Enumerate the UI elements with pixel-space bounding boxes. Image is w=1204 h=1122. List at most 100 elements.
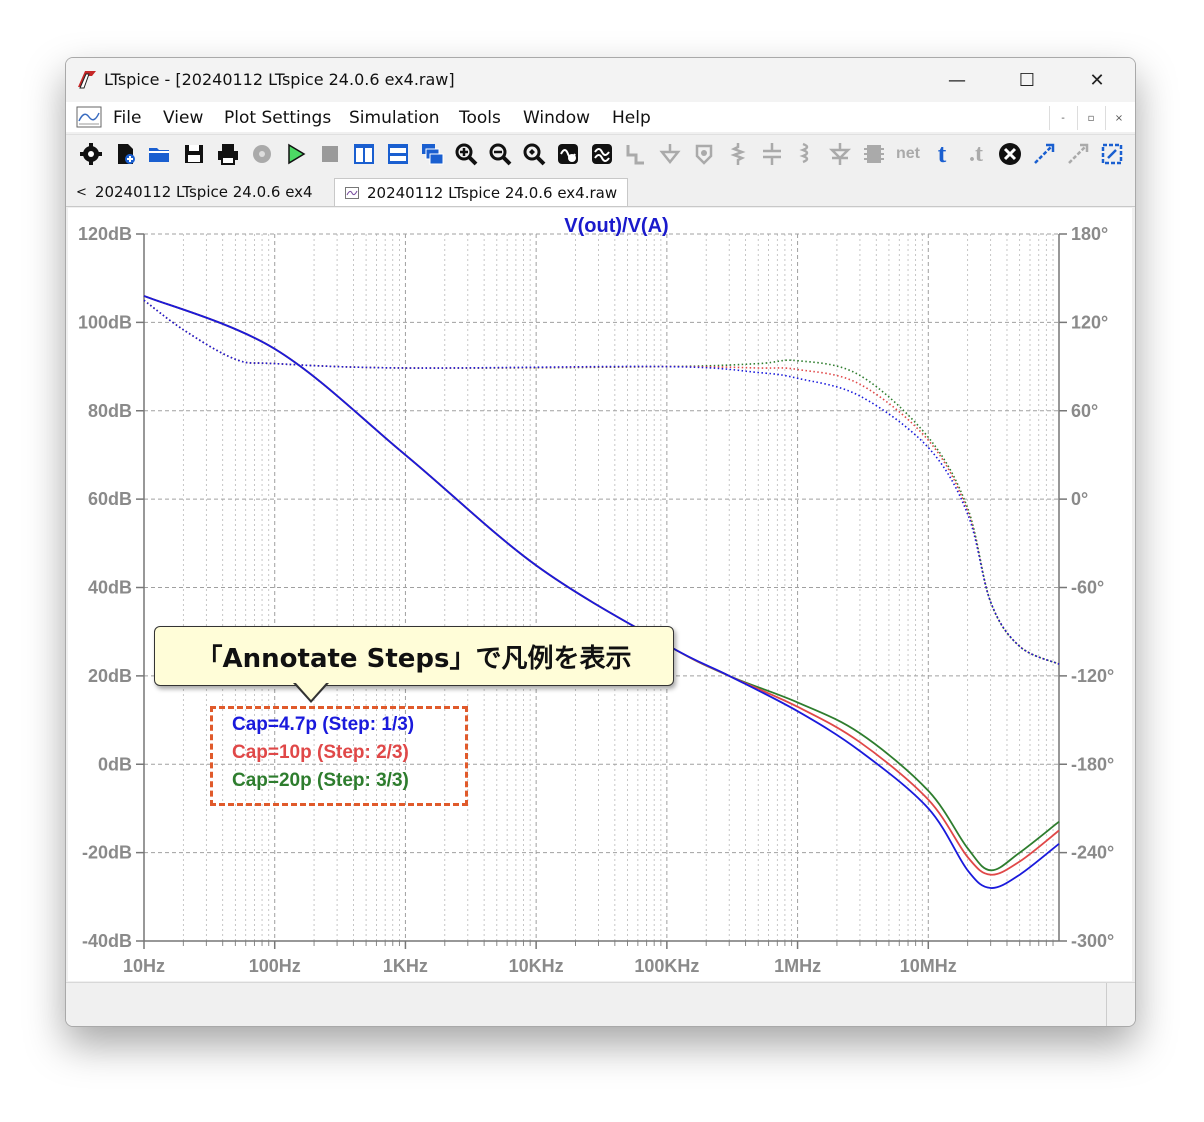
legend-step-1: Cap=4.7p (Step: 1/3) bbox=[232, 714, 415, 735]
close-icon: ✕ bbox=[1089, 69, 1105, 91]
maximize-button[interactable]: ☐ bbox=[992, 58, 1062, 102]
title-bar[interactable]: LTspice - [20240112 LTspice 24.0.6 ex4.r… bbox=[66, 58, 1135, 102]
x-tick-label: 1MHz bbox=[774, 956, 821, 976]
chart-title: V(out)/V(A) bbox=[564, 215, 668, 237]
tile-vertical-icon[interactable] bbox=[349, 139, 379, 169]
bode-plot[interactable]: 120dB 180° 100dB 120° 80dB 60° 60dB 0° 40dB -60° 2… bbox=[68, 208, 1132, 981]
status-bar-right-panel bbox=[1106, 983, 1135, 1026]
y-right-tick-label: -300° bbox=[1071, 931, 1114, 951]
minimize-icon: — bbox=[948, 69, 966, 91]
y-right-tick-label: -180° bbox=[1071, 754, 1114, 774]
resistor-icon[interactable] bbox=[723, 139, 753, 169]
y-left-tick-label: -40dB bbox=[82, 931, 132, 951]
delete-x-icon[interactable] bbox=[995, 139, 1025, 169]
tab-waveform-label: 20240112 LTspice 24.0.6 ex4.raw bbox=[367, 183, 618, 202]
status-bar bbox=[66, 982, 1135, 1026]
text-t-icon[interactable]: t bbox=[927, 139, 957, 169]
spice-directive-icon[interactable]: .t bbox=[961, 139, 991, 169]
menu-bar: File View Plot Settings Simulation Tools… bbox=[66, 102, 1135, 132]
waveform-plot-pane[interactable]: 120dB 180° 100dB 120° 80dB 60° 60dB 0° 40dB -60° 2… bbox=[68, 208, 1132, 981]
drag-icon[interactable] bbox=[1063, 139, 1093, 169]
wire-icon[interactable] bbox=[621, 139, 651, 169]
menu-tools[interactable]: Tools bbox=[459, 108, 501, 128]
phase-curve-step-3 bbox=[143, 299, 1060, 665]
ltspice-window: LTspice - [20240112 LTspice 24.0.6 ex4.r… bbox=[65, 57, 1136, 1027]
menu-help[interactable]: Help bbox=[612, 108, 651, 128]
y-right-tick-label: -240° bbox=[1071, 843, 1114, 863]
menu-view[interactable]: View bbox=[163, 108, 203, 128]
legend-step-3: Cap=20p (Step: 3/3) bbox=[232, 770, 409, 791]
run-play-icon[interactable] bbox=[281, 139, 311, 169]
x-tick-label: 1KHz bbox=[383, 956, 428, 976]
stop-square-icon[interactable] bbox=[315, 139, 345, 169]
legend-step-2: Cap=10p (Step: 2/3) bbox=[232, 742, 409, 763]
tile-horizontal-icon[interactable] bbox=[383, 139, 413, 169]
print-icon[interactable] bbox=[213, 139, 243, 169]
maximize-icon: ☐ bbox=[1018, 69, 1036, 91]
waveform-window-icon[interactable] bbox=[76, 106, 102, 128]
tab-schematic[interactable]: < 20240112 LTspice 24.0.6 ex4 bbox=[66, 178, 323, 206]
mdi-minimize-button[interactable]: - bbox=[1049, 106, 1076, 130]
mdi-restore-button[interactable]: ▫ bbox=[1077, 106, 1104, 130]
ltspice-logo-icon bbox=[78, 71, 96, 89]
window-title: LTspice - [20240112 LTspice 24.0.6 ex4.r… bbox=[104, 70, 455, 89]
menu-file[interactable]: File bbox=[113, 108, 141, 128]
phase-curve-step-2 bbox=[143, 299, 1060, 665]
close-button[interactable]: ✕ bbox=[1062, 58, 1132, 102]
mdi-close-button[interactable]: × bbox=[1105, 106, 1132, 130]
waveform-icon bbox=[345, 186, 359, 199]
zoom-out-icon[interactable] bbox=[485, 139, 515, 169]
spice-directive-label: .t bbox=[969, 140, 983, 167]
menu-simulation[interactable]: Simulation bbox=[349, 108, 440, 128]
callout-tail-fill bbox=[295, 682, 327, 700]
y-right-tick-label: 180° bbox=[1071, 224, 1108, 244]
y-left-tick-label: 80dB bbox=[88, 401, 132, 421]
net-icon[interactable]: net bbox=[893, 139, 923, 169]
halt-gear-icon[interactable] bbox=[247, 139, 277, 169]
y-right-tick-label: 120° bbox=[1071, 312, 1108, 332]
y-left-tick-label: -20dB bbox=[82, 843, 132, 863]
menu-window[interactable]: Window bbox=[523, 108, 590, 128]
net-label-text: net bbox=[896, 145, 920, 162]
diode-icon[interactable] bbox=[825, 139, 855, 169]
new-schematic-icon[interactable] bbox=[111, 139, 141, 169]
y-left-tick-label: 60dB bbox=[88, 489, 132, 509]
ground-icon[interactable] bbox=[655, 139, 685, 169]
wave-icon[interactable] bbox=[587, 139, 617, 169]
menu-plot-settings[interactable]: Plot Settings bbox=[224, 108, 331, 128]
schematic-back-icon: < bbox=[76, 184, 87, 200]
y-right-tick-label: -120° bbox=[1071, 666, 1114, 686]
minimize-button[interactable]: — bbox=[922, 58, 992, 102]
phase-curve-step-1 bbox=[143, 299, 1060, 665]
autorange-icon[interactable] bbox=[553, 139, 583, 169]
label-node-icon[interactable] bbox=[689, 139, 719, 169]
document-tab-bar: < 20240112 LTspice 24.0.6 ex4 20240112 L… bbox=[66, 176, 1135, 207]
move-icon[interactable] bbox=[1029, 139, 1059, 169]
y-left-tick-label: 0dB bbox=[98, 754, 132, 774]
text-t-label: t bbox=[937, 139, 947, 168]
mirror-icon[interactable] bbox=[1097, 139, 1127, 169]
annotation-callout: 「Annotate Steps」で凡例を表示 bbox=[154, 626, 674, 686]
y-left-tick-label: 40dB bbox=[88, 578, 132, 598]
capacitor-icon[interactable] bbox=[757, 139, 787, 169]
y-left-tick-label: 20dB bbox=[88, 666, 132, 686]
y-left-tick-label: 120dB bbox=[78, 224, 132, 244]
inductor-icon[interactable] bbox=[791, 139, 821, 169]
cascade-windows-icon[interactable] bbox=[417, 139, 447, 169]
x-tick-label: 10KHz bbox=[509, 956, 564, 976]
component-icon[interactable] bbox=[859, 139, 889, 169]
x-tick-label: 10Hz bbox=[123, 956, 165, 976]
y-left-tick-label: 100dB bbox=[78, 312, 132, 332]
x-tick-label: 100Hz bbox=[249, 956, 301, 976]
x-tick-label: 10MHz bbox=[900, 956, 957, 976]
settings-gear-icon[interactable] bbox=[76, 139, 106, 169]
y-right-tick-label: 0° bbox=[1071, 489, 1088, 509]
x-tick-label: 100KHz bbox=[634, 956, 699, 976]
y-right-tick-label: 60° bbox=[1071, 401, 1098, 421]
open-folder-icon[interactable] bbox=[145, 139, 175, 169]
save-disk-icon[interactable] bbox=[179, 139, 209, 169]
tab-waveform[interactable]: 20240112 LTspice 24.0.6 ex4.raw bbox=[334, 178, 629, 206]
zoom-in-icon[interactable] bbox=[451, 139, 481, 169]
tab-schematic-label: 20240112 LTspice 24.0.6 ex4 bbox=[94, 183, 313, 201]
zoom-fit-icon[interactable] bbox=[519, 139, 549, 169]
